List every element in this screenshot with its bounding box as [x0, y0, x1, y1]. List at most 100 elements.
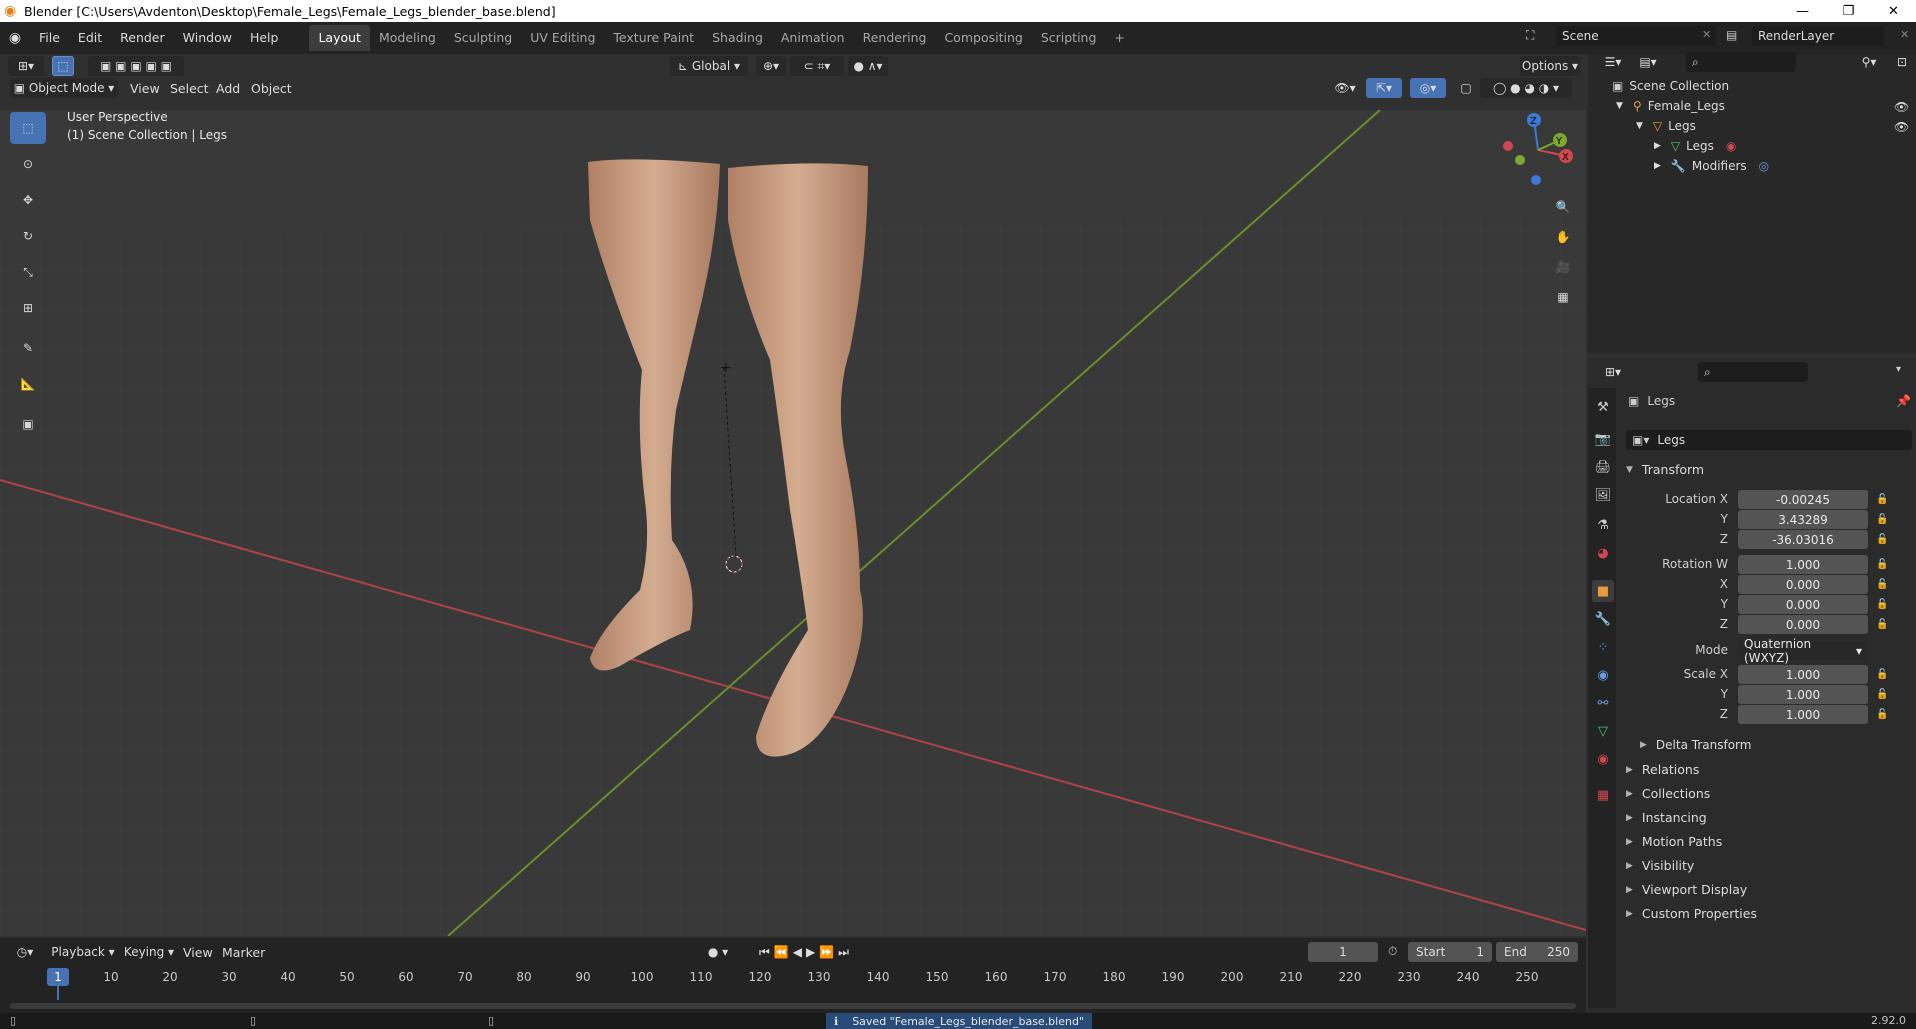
outliner-search-input[interactable]: ⌕: [1686, 52, 1796, 72]
outliner-scene-collection[interactable]: ▣ Scene Collection: [1612, 76, 1729, 96]
playback-menu[interactable]: Playback ▾: [50, 942, 116, 962]
3d-viewport[interactable]: +: [0, 110, 1586, 936]
location-y-field[interactable]: 3.43289: [1738, 510, 1868, 529]
transform-section-header[interactable]: ▼ Transform: [1626, 462, 1704, 477]
move-tool-icon[interactable]: ✥: [10, 184, 46, 216]
rotate-tool-icon[interactable]: ↻: [10, 220, 46, 252]
data-tab-icon[interactable]: ▽: [1592, 720, 1614, 742]
visibility-section[interactable]: ▶ Visibility: [1626, 858, 1694, 873]
constraints-tab-icon[interactable]: ⚯: [1592, 692, 1614, 714]
tab-sculpting[interactable]: Sculpting: [445, 25, 521, 51]
particles-tab-icon[interactable]: ⁘: [1592, 636, 1614, 658]
tab-rendering[interactable]: Rendering: [854, 25, 936, 51]
zoom-icon[interactable]: 🔍: [1550, 194, 1576, 220]
measure-tool-icon[interactable]: 📐: [10, 368, 46, 400]
render-layer-selector[interactable]: RenderLayer: [1752, 26, 1884, 46]
lock-icon[interactable]: 🔓: [1876, 514, 1888, 525]
transform-orientation-dropdown[interactable]: ⊾ Global ▾: [670, 56, 748, 76]
motion-paths-section[interactable]: ▶ Motion Paths: [1626, 834, 1722, 849]
timeline-editor-type-icon[interactable]: ◷▾: [10, 942, 40, 962]
viewport-menu-object[interactable]: Object: [251, 78, 292, 98]
lock-icon[interactable]: 🔓: [1876, 494, 1888, 505]
scale-tool-icon[interactable]: ⤡: [10, 256, 46, 288]
snap-icon[interactable]: ⊂ ⌗▾: [790, 56, 844, 76]
viewport-display-section[interactable]: ▶ Viewport Display: [1626, 882, 1747, 897]
current-frame-field[interactable]: 1: [1308, 942, 1378, 962]
lock-icon[interactable]: 🔓: [1876, 559, 1888, 570]
maximize-icon[interactable]: ❐: [1826, 0, 1871, 22]
outliner-editor-type-icon[interactable]: ☰▾: [1598, 52, 1628, 72]
rotation-mode-dropdown[interactable]: Quaternion (WXYZ) ▾: [1738, 637, 1868, 665]
menu-edit[interactable]: Edit: [69, 27, 111, 49]
record-icon[interactable]: ● ▾: [700, 942, 736, 962]
lock-icon[interactable]: 🔓: [1876, 534, 1888, 545]
custom-properties-section[interactable]: ▶ Custom Properties: [1626, 906, 1757, 921]
pan-hand-icon[interactable]: ✋: [1550, 224, 1576, 250]
editor-type-icon[interactable]: ⊞▾: [8, 56, 44, 76]
options-dropdown[interactable]: Options ▾: [1520, 56, 1580, 76]
tab-uv-editing[interactable]: UV Editing: [521, 25, 604, 51]
scene-close-icon[interactable]: ✕: [1702, 28, 1711, 41]
tab-texture-paint[interactable]: Texture Paint: [604, 25, 703, 51]
viewport-menu-select[interactable]: Select: [170, 78, 209, 98]
lock-icon[interactable]: 🔓: [1876, 599, 1888, 610]
eye-icon[interactable]: 👁: [1894, 120, 1909, 134]
rotation-w-field[interactable]: 1.000: [1738, 555, 1868, 574]
add-cube-tool-icon[interactable]: ▣: [10, 408, 46, 440]
location-z-field[interactable]: -36.03016: [1738, 530, 1868, 549]
ortho-toggle-icon[interactable]: ▦: [1550, 284, 1576, 310]
menu-window[interactable]: Window: [174, 27, 241, 49]
display-mode-icon[interactable]: ▤▾: [1634, 52, 1662, 72]
scene-tab-icon[interactable]: ⚗: [1592, 514, 1614, 536]
proportional-edit-icon[interactable]: ● ∧▾: [848, 56, 888, 76]
outliner-item-legs-mesh[interactable]: ▶ ▽ Legs ◉: [1654, 136, 1736, 156]
add-workspace-icon[interactable]: +: [1105, 25, 1133, 51]
render-tab-icon[interactable]: 📷: [1592, 428, 1614, 450]
menu-file[interactable]: File: [30, 27, 69, 49]
keying-menu[interactable]: Keying ▾: [122, 942, 176, 962]
scale-y-field[interactable]: 1.000: [1738, 685, 1868, 704]
navigation-gizmo[interactable]: Z X Y: [1500, 110, 1576, 190]
cursor-tool-icon[interactable]: ⊙: [10, 148, 46, 180]
lock-icon[interactable]: 🔓: [1876, 669, 1888, 680]
menu-help[interactable]: Help: [241, 27, 288, 49]
rotation-y-field[interactable]: 0.000: [1738, 595, 1868, 614]
object-mode-dropdown[interactable]: ▣ Object Mode ▾: [10, 78, 118, 98]
preview-range-icon[interactable]: ⏱: [1388, 944, 1397, 959]
selection-mode-icons[interactable]: ▣ ▣ ▣ ▣ ▣: [88, 56, 184, 76]
props-editor-type-icon[interactable]: ⊞▾: [1598, 362, 1628, 382]
collections-section[interactable]: ▶ Collections: [1626, 786, 1710, 801]
scale-z-field[interactable]: 1.000: [1738, 705, 1868, 724]
playback-controls[interactable]: ⏮⏪◀▶⏩⏭: [746, 942, 866, 962]
pivot-point-icon[interactable]: ⊕▾: [756, 56, 786, 76]
lock-icon[interactable]: 🔓: [1876, 619, 1888, 630]
filter-icon[interactable]: ⚲▾: [1854, 52, 1884, 72]
timeline-menu-marker[interactable]: Marker: [222, 942, 265, 962]
outliner-item-modifiers[interactable]: ▶ 🔧 Modifiers ◎: [1654, 156, 1769, 176]
view-layer-tab-icon[interactable]: 🖼: [1592, 484, 1614, 506]
lock-icon[interactable]: 🔓: [1876, 689, 1888, 700]
viewport-menu-view[interactable]: View: [130, 78, 160, 98]
lock-icon[interactable]: 🔓: [1876, 579, 1888, 590]
end-frame-field[interactable]: End 250: [1496, 942, 1578, 962]
rotation-x-field[interactable]: 0.000: [1738, 575, 1868, 594]
tab-scripting[interactable]: Scripting: [1032, 25, 1106, 51]
render-layer-close-icon[interactable]: ✕: [1900, 28, 1909, 41]
rotation-z-field[interactable]: 0.000: [1738, 615, 1868, 634]
tab-layout[interactable]: Layout: [309, 25, 370, 51]
tab-shading[interactable]: Shading: [703, 25, 772, 51]
scene-type-icon[interactable]: ⛶: [1526, 28, 1534, 43]
select-box-tool[interactable]: ⬚: [10, 112, 46, 144]
lock-icon[interactable]: 🔓: [1876, 709, 1888, 720]
gizmo-toggle-icon[interactable]: ⇱▾: [1366, 78, 1402, 98]
camera-view-icon[interactable]: 🎥: [1550, 254, 1576, 280]
world-tab-icon[interactable]: ◕: [1592, 542, 1614, 564]
new-collection-icon[interactable]: ⊡: [1892, 52, 1912, 72]
minimize-icon[interactable]: —: [1780, 0, 1825, 22]
timeline-menu-view[interactable]: View: [183, 942, 213, 962]
scene-selector[interactable]: Scene: [1556, 26, 1716, 46]
close-icon[interactable]: ✕: [1871, 0, 1916, 22]
tab-compositing[interactable]: Compositing: [935, 25, 1031, 51]
eye-icon[interactable]: 👁: [1894, 100, 1909, 114]
output-tab-icon[interactable]: 🖨: [1592, 456, 1614, 478]
